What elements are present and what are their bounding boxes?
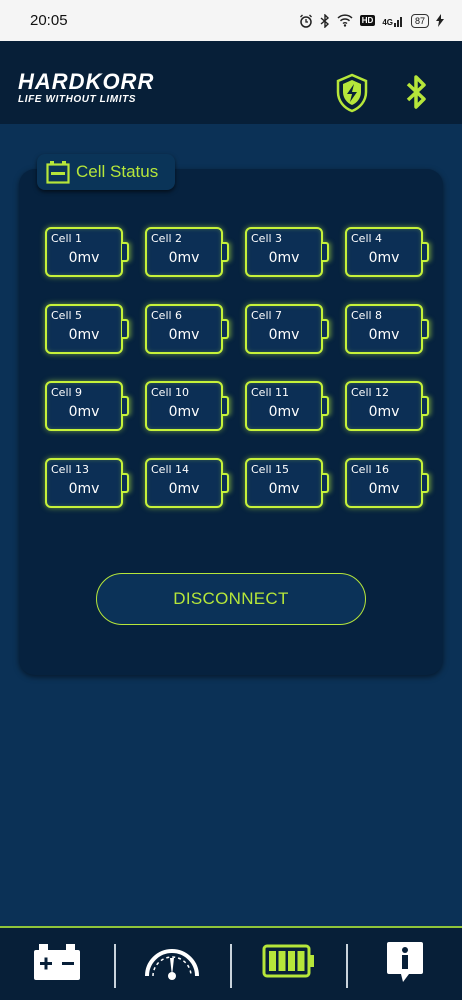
- cell-tile: Cell 16 0mv: [345, 458, 429, 508]
- disconnect-button[interactable]: DISCONNECT: [96, 573, 366, 625]
- wifi-icon: [337, 14, 353, 27]
- cell-value: 0mv: [368, 481, 400, 497]
- brand-logo: HARDKORR LIFE WITHOUT LIMITS: [18, 69, 155, 106]
- app-header: HARDKORR LIFE WITHOUT LIMITS: [0, 41, 462, 124]
- brand-tagline: LIFE WITHOUT LIMITS: [18, 94, 137, 105]
- cell-value: 0mv: [268, 404, 300, 420]
- cell-tile: Cell 9 0mv: [45, 381, 129, 431]
- cell-tile: Cell 3 0mv: [245, 227, 329, 277]
- cell-label: Cell 16: [351, 463, 390, 476]
- cell-label: Cell 14: [151, 463, 190, 476]
- cell-label: Cell 2: [151, 232, 183, 245]
- shield-lightning-icon[interactable]: [334, 73, 370, 113]
- cell-value: 0mv: [368, 404, 400, 420]
- cell-value: 0mv: [68, 404, 100, 420]
- charging-icon: [436, 14, 444, 27]
- info-icon[interactable]: [385, 940, 425, 984]
- car-battery-icon[interactable]: [32, 942, 82, 982]
- network-label: 4G: [382, 17, 393, 27]
- cell-tile: Cell 1 0mv: [45, 227, 129, 277]
- bluetooth-icon[interactable]: [404, 73, 430, 111]
- bluetooth-icon: [320, 13, 329, 28]
- cell-label: Cell 11: [251, 386, 290, 399]
- cell-tile: Cell 4 0mv: [345, 227, 429, 277]
- nav-divider: [114, 944, 116, 988]
- gauge-icon[interactable]: [143, 942, 201, 982]
- nav-divider: [230, 944, 232, 988]
- cell-value: 0mv: [68, 481, 100, 497]
- cell-tile: Cell 14 0mv: [145, 458, 229, 508]
- cell-tile: Cell 8 0mv: [345, 304, 429, 354]
- cell-tile: Cell 12 0mv: [345, 381, 429, 431]
- cell-value: 0mv: [268, 250, 300, 266]
- cell-value: 0mv: [68, 250, 100, 266]
- cell-value: 0mv: [268, 481, 300, 497]
- cell-label: Cell 4: [351, 232, 383, 245]
- cell-tile: Cell 10 0mv: [145, 381, 229, 431]
- cell-label: Cell 13: [51, 463, 90, 476]
- cell-label: Cell 12: [351, 386, 390, 399]
- cell-value: 0mv: [168, 404, 200, 420]
- cell-label: Cell 8: [351, 309, 383, 322]
- cell-grid: Cell 1 0mv Cell 2 0mv Cell 3 0mv Cell 4 0mv …: [45, 227, 429, 508]
- cell-label: Cell 7: [251, 309, 283, 322]
- cell-value: 0mv: [68, 327, 100, 343]
- cell-label: Cell 5: [51, 309, 83, 322]
- cell-tile: Cell 5 0mv: [45, 304, 129, 354]
- hd-badge: HD: [359, 15, 376, 26]
- status-time: 20:05: [30, 12, 68, 29]
- brand-name: HARDKORR: [18, 69, 155, 94]
- cell-tile: Cell 13 0mv: [45, 458, 129, 508]
- alarm-icon: [299, 14, 312, 28]
- signal-4g-icon: 4G: [382, 15, 404, 27]
- battery-cell-icon: [46, 161, 70, 184]
- cell-value: 0mv: [168, 250, 200, 266]
- cell-value: 0mv: [268, 327, 300, 343]
- bottom-nav: [0, 926, 462, 1000]
- cell-value: 0mv: [368, 250, 400, 266]
- cell-value: 0mv: [368, 327, 400, 343]
- cell-value: 0mv: [168, 327, 200, 343]
- cell-label: Cell 15: [251, 463, 290, 476]
- cell-tile: Cell 2 0mv: [145, 227, 229, 277]
- battery-full-icon[interactable]: [262, 944, 316, 978]
- cell-label: Cell 3: [251, 232, 283, 245]
- cell-value: 0mv: [168, 481, 200, 497]
- cell-label: Cell 1: [51, 232, 83, 245]
- nav-divider: [346, 944, 348, 988]
- cell-label: Cell 6: [151, 309, 183, 322]
- cell-tile: Cell 15 0mv: [245, 458, 329, 508]
- cell-label: Cell 9: [51, 386, 83, 399]
- cell-label: Cell 10: [151, 386, 190, 399]
- cell-tile: Cell 11 0mv: [245, 381, 329, 431]
- panel-title: Cell Status: [37, 154, 175, 190]
- cell-tile: Cell 7 0mv: [245, 304, 329, 354]
- status-icons: HD 4G 87: [299, 13, 444, 28]
- panel-title-text: Cell Status: [76, 162, 159, 181]
- status-bar: 20:05 HD 4G 87: [0, 0, 462, 41]
- battery-icon: 87: [410, 13, 429, 28]
- cell-tile: Cell 6 0mv: [145, 304, 229, 354]
